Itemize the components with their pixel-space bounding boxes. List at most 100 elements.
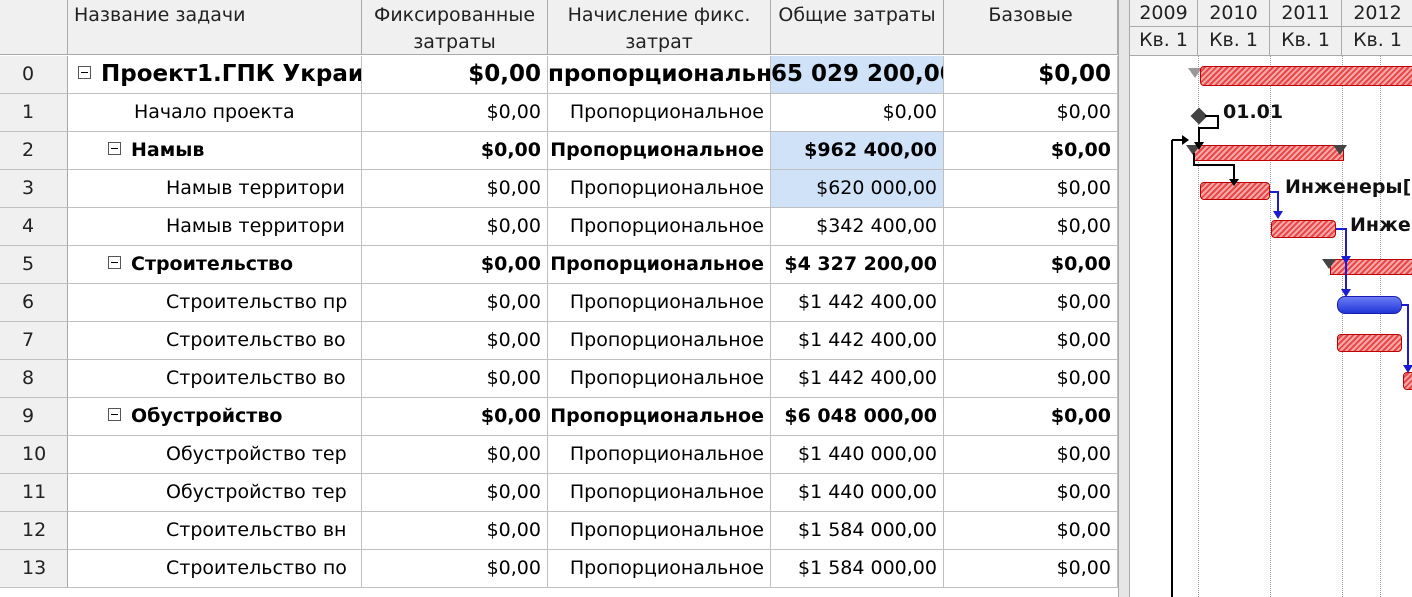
total-cost-cell[interactable]: 65 029 200,00 [771,56,944,94]
row-id[interactable]: 12 [0,512,68,550]
accrual-cell[interactable]: Пропорциональное [548,322,771,360]
task-name-cell[interactable]: Намыв территори [68,170,362,208]
total-cost-cell[interactable]: $962 400,00 [771,132,944,170]
table-row[interactable]: 9 Обустройство $0,00 Пропорциональное $6 048… [0,398,1118,436]
table-row[interactable]: 3 Намыв территори $0,00 Пропорциональное $62… [0,170,1118,208]
fixed-cost-cell[interactable]: $0,00 [362,512,548,550]
table-row[interactable]: 10 Обустройство тер $0,00 Пропорциональное $… [0,436,1118,474]
accrual-cell[interactable]: Пропорциональное [548,360,771,398]
baseline-cost-cell[interactable]: $0,00 [944,170,1118,208]
view-splitter[interactable] [1118,0,1130,597]
baseline-cost-cell[interactable]: $0,00 [944,398,1118,436]
collapse-toggle-icon[interactable] [78,66,91,79]
accrual-cell[interactable]: Пропорциональное [548,284,771,322]
total-cost-cell[interactable]: $0,00 [771,94,944,132]
header-fixed-cost-accrual[interactable]: Начисление фикс. затрат [548,0,771,55]
fixed-cost-cell[interactable]: $0,00 [362,322,548,360]
row-id[interactable]: 13 [0,550,68,588]
fixed-cost-cell[interactable]: $0,00 [362,56,548,94]
baseline-cost-cell[interactable]: $0,00 [944,436,1118,474]
row-id[interactable]: 9 [0,398,68,436]
baseline-cost-cell[interactable]: $0,00 [944,56,1118,94]
fixed-cost-cell[interactable]: $0,00 [362,398,548,436]
table-row[interactable]: 11 Обустройство тер $0,00 Пропорциональное $… [0,474,1118,512]
table-row[interactable]: 8 Строительство во $0,00 Пропорциональное $1… [0,360,1118,398]
row-id[interactable]: 10 [0,436,68,474]
fixed-cost-cell[interactable]: $0,00 [362,436,548,474]
baseline-cost-cell[interactable]: $0,00 [944,132,1118,170]
total-cost-cell[interactable]: $4 327 200,00 [771,246,944,284]
task-name-cell[interactable]: Начало проекта [68,94,362,132]
total-cost-cell[interactable]: $1 442 400,00 [771,360,944,398]
task-name-cell[interactable]: Строительство [68,246,362,284]
fixed-cost-cell[interactable]: $0,00 [362,360,548,398]
baseline-cost-cell[interactable]: $0,00 [944,550,1118,588]
row-id[interactable]: 3 [0,170,68,208]
table-row[interactable]: 12 Строительство вн $0,00 Пропорциональное $… [0,512,1118,550]
table-row[interactable]: 5 Строительство $0,00 Пропорциональное $4 32… [0,246,1118,284]
accrual-cell[interactable]: Пропорциональное [548,474,771,512]
accrual-cell[interactable]: Пропорциональное [548,246,771,284]
total-cost-cell[interactable]: $1 584 000,00 [771,512,944,550]
header-id[interactable] [0,0,68,55]
task-name-cell[interactable]: Намыв [68,132,362,170]
accrual-cell[interactable]: Пропорциональное [548,550,771,588]
fixed-cost-cell[interactable]: $0,00 [362,474,548,512]
row-id[interactable]: 2 [0,132,68,170]
baseline-cost-cell[interactable]: $0,00 [944,512,1118,550]
table-row[interactable]: 2 Намыв $0,00 Пропорциональное $962 400,00 $0… [0,132,1118,170]
row-id[interactable]: 7 [0,322,68,360]
baseline-cost-cell[interactable]: $0,00 [944,94,1118,132]
task-name-cell[interactable]: Обустройство тер [68,474,362,512]
header-total-cost[interactable]: Общие затраты [771,0,944,55]
table-row[interactable]: 6 Строительство пр $0,00 Пропорциональное $1… [0,284,1118,322]
task-name-cell[interactable]: Проект1.ГПК Украи [68,56,362,94]
total-cost-cell[interactable]: $342 400,00 [771,208,944,246]
accrual-cell[interactable]: Пропорциональное [548,170,771,208]
fixed-cost-cell[interactable]: $0,00 [362,284,548,322]
accrual-cell[interactable]: Пропорциональное [548,512,771,550]
table-row[interactable]: 7 Строительство во $0,00 Пропорциональное $1… [0,322,1118,360]
accrual-cell[interactable]: Пропорциональное [548,398,771,436]
header-fixed-cost[interactable]: Фиксированные затраты [362,0,548,55]
row-id[interactable]: 0 [0,56,68,94]
header-task-name[interactable]: Название задачи [68,0,362,55]
total-cost-cell[interactable]: $1 584 000,00 [771,550,944,588]
header-baseline[interactable]: Базовые [944,0,1118,55]
baseline-cost-cell[interactable]: $0,00 [944,284,1118,322]
task-name-cell[interactable]: Строительство во [68,360,362,398]
baseline-cost-cell[interactable]: $0,00 [944,474,1118,512]
total-cost-cell[interactable]: $1 440 000,00 [771,474,944,512]
collapse-toggle-icon[interactable] [108,142,121,155]
baseline-cost-cell[interactable]: $0,00 [944,360,1118,398]
table-row[interactable]: 0Проект1.ГПК Украи$0,00пропорциональное6… [0,56,1118,94]
fixed-cost-cell[interactable]: $0,00 [362,208,548,246]
row-id[interactable]: 1 [0,94,68,132]
row-id[interactable]: 8 [0,360,68,398]
task-name-cell[interactable]: Строительство по [68,550,362,588]
table-row[interactable]: 4 Намыв территори $0,00 Пропорциональное $34… [0,208,1118,246]
accrual-cell[interactable]: пропорциональное [548,56,771,94]
fixed-cost-cell[interactable]: $0,00 [362,132,548,170]
fixed-cost-cell[interactable]: $0,00 [362,246,548,284]
total-cost-cell[interactable]: $1 442 400,00 [771,322,944,360]
fixed-cost-cell[interactable]: $0,00 [362,94,548,132]
fixed-cost-cell[interactable]: $0,00 [362,550,548,588]
total-cost-cell[interactable]: $1 440 000,00 [771,436,944,474]
total-cost-cell[interactable]: $620 000,00 [771,170,944,208]
fixed-cost-cell[interactable]: $0,00 [362,170,548,208]
baseline-cost-cell[interactable]: $0,00 [944,322,1118,360]
table-row[interactable]: 1 Начало проекта $0,00 Пропорциональное $0,0… [0,94,1118,132]
total-cost-cell[interactable]: $1 442 400,00 [771,284,944,322]
accrual-cell[interactable]: Пропорциональное [548,436,771,474]
collapse-toggle-icon[interactable] [108,256,121,269]
task-name-cell[interactable]: Строительство вн [68,512,362,550]
row-id[interactable]: 11 [0,474,68,512]
task-name-cell[interactable]: Обустройство тер [68,436,362,474]
collapse-toggle-icon[interactable] [108,408,121,421]
accrual-cell[interactable]: Пропорциональное [548,132,771,170]
row-id[interactable]: 5 [0,246,68,284]
task-name-cell[interactable]: Намыв территори [68,208,362,246]
table-row[interactable]: 13 Строительство по $0,00 Пропорциональное $… [0,550,1118,588]
task-name-cell[interactable]: Строительство пр [68,284,362,322]
